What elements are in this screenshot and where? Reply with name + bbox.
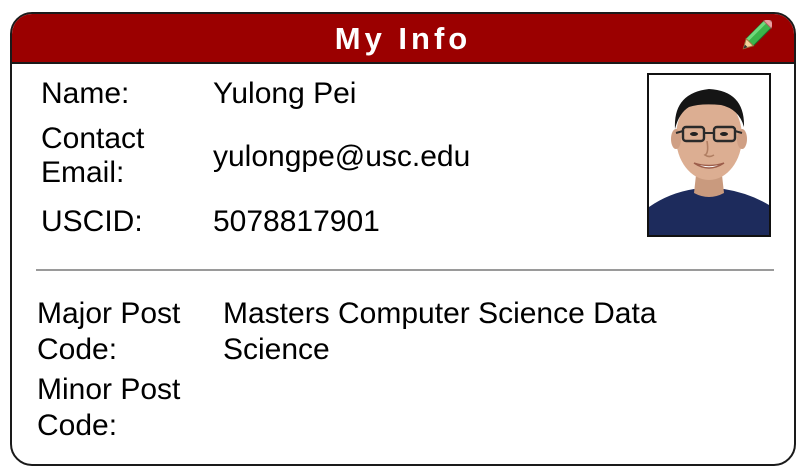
major-post-code-value-line2: Science xyxy=(223,333,330,366)
section-divider xyxy=(36,269,774,271)
name-label: Name: xyxy=(41,77,130,110)
major-post-code-value-line1: Masters Computer Science Data xyxy=(223,297,657,330)
name-value: Yulong Pei xyxy=(213,77,357,110)
pencil-icon xyxy=(742,16,776,50)
uscid-value: 5078817901 xyxy=(213,205,380,238)
edit-button[interactable] xyxy=(736,16,776,56)
avatar xyxy=(649,75,769,235)
contact-email-label-line1: Contact xyxy=(41,122,145,155)
card-title: My Info xyxy=(334,21,472,56)
minor-post-code-label-line2: Code: xyxy=(37,409,118,442)
uscid-label: USCID: xyxy=(41,205,143,238)
my-info-card: My Info Name: Yulong Pei Contact Email: … xyxy=(10,12,796,466)
major-post-code-label-line2: Code: xyxy=(37,333,118,366)
minor-post-code-label-line1: Minor Post xyxy=(37,373,181,406)
major-post-code-label-line1: Major Post xyxy=(37,297,181,330)
card-header: My Info xyxy=(12,14,794,64)
contact-email-label-line2: Email: xyxy=(41,156,125,189)
contact-email-value: yulongpe@usc.edu xyxy=(213,140,471,173)
profile-photo xyxy=(647,73,771,237)
